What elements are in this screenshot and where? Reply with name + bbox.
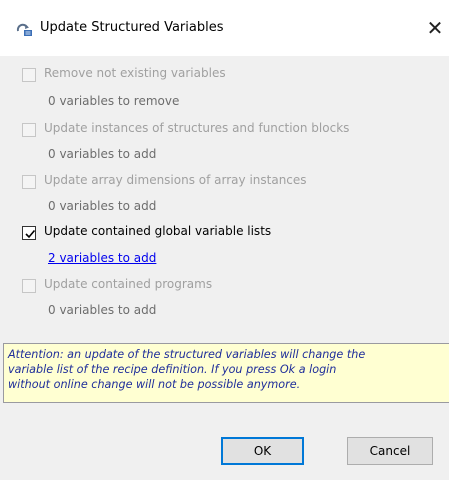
option-label: Update array dimensions of array instanc… (44, 173, 307, 187)
attention-line: Attention: an update of the structured v… (8, 348, 366, 361)
dialog-title: Update Structured Variables (40, 20, 224, 35)
ok-button[interactable]: OK (221, 437, 304, 465)
checkbox-update-contained-programs[interactable] (22, 279, 36, 293)
option-label: Remove not existing variables (44, 66, 226, 80)
cancel-button[interactable]: Cancel (347, 437, 433, 465)
variables-to-add-link[interactable]: 2 variables to add (48, 251, 156, 265)
checkbox-update-instances[interactable] (22, 123, 36, 137)
option-label: Update contained programs (44, 277, 213, 291)
checkbox-remove-not-existing[interactable] (22, 68, 36, 82)
close-button[interactable]: ✕ (424, 17, 446, 39)
option-label: Update contained global variable lists (44, 224, 272, 238)
attention-line: variable list of the recipe definition. … (8, 363, 337, 376)
attention-line: without online change will not be possib… (8, 378, 301, 391)
checkmark-icon (25, 229, 36, 239)
update-structured-variables-dialog: Update Structured Variables ✕ Remove not… (0, 0, 449, 480)
option-detail-remove: 0 variables to remove (48, 94, 180, 108)
option-label: Update instances of structures and funct… (44, 121, 350, 135)
checkbox-update-global-variable-lists[interactable] (22, 226, 36, 240)
checkbox-update-array-dimensions[interactable] (22, 175, 36, 189)
attention-message: Attention: an update of the structured v… (3, 343, 449, 403)
option-detail-instances: 0 variables to add (48, 147, 157, 161)
title-bar: Update Structured Variables ✕ (0, 0, 449, 56)
option-detail-programs: 0 variables to add (48, 303, 157, 317)
recipe-update-icon (16, 23, 32, 36)
option-detail-array: 0 variables to add (48, 199, 157, 213)
